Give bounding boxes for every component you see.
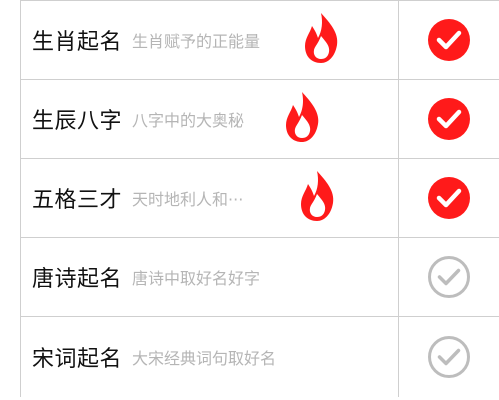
list-item-text-area: 唐诗起名 唐诗中取好名好字 [21, 238, 399, 316]
item-title: 宋词起名 [32, 347, 123, 372]
item-subtitle: 唐诗中取好名好字 [132, 269, 261, 288]
check-circle-filled-icon[interactable] [427, 18, 471, 62]
item-subtitle: 八字中的大奥秘 [132, 111, 245, 130]
check-circle-filled-icon[interactable] [427, 176, 471, 220]
item-subtitle: 生肖赋予的正能量 [132, 32, 261, 51]
list-item-text-area: 生肖起名 生肖赋予的正能量 [21, 1, 399, 79]
list-item-tang-poetry-naming[interactable]: 唐诗起名 唐诗中取好名好字 [21, 238, 499, 317]
flame-icon [305, 13, 338, 63]
item-title: 生肖起名 [32, 30, 123, 55]
check-circle-outline-icon[interactable] [427, 335, 471, 379]
flame-icon [301, 171, 334, 221]
select-cell[interactable] [399, 317, 499, 397]
select-cell[interactable] [399, 1, 499, 79]
flame-icon [286, 92, 319, 142]
select-cell[interactable] [399, 238, 499, 316]
check-circle-filled-icon[interactable] [427, 97, 471, 141]
list-item-text-area: 宋词起名 大宋经典词句取好名 [21, 317, 399, 397]
list-item-five-grids-three-talents[interactable]: 五格三才 天时地利人和··· [21, 159, 499, 238]
select-cell[interactable] [399, 159, 499, 237]
list-item-text-area: 五格三才 天时地利人和··· [21, 159, 399, 237]
item-title: 唐诗起名 [32, 267, 123, 292]
list-item-text-area: 生辰八字 八字中的大奥秘 [21, 80, 399, 158]
item-title: 生辰八字 [32, 109, 123, 134]
item-title: 五格三才 [32, 188, 123, 213]
item-subtitle: 天时地利人和··· [132, 190, 244, 209]
select-cell[interactable] [399, 80, 499, 158]
check-circle-outline-icon[interactable] [427, 255, 471, 299]
list-item-zodiac-naming[interactable]: 生肖起名 生肖赋予的正能量 [21, 1, 499, 80]
list-item-birth-eight-characters[interactable]: 生辰八字 八字中的大奥秘 [21, 80, 499, 159]
list-item-song-lyrics-naming[interactable]: 宋词起名 大宋经典词句取好名 [21, 317, 499, 397]
item-subtitle: 大宋经典词句取好名 [132, 349, 277, 368]
naming-method-list: 生肖起名 生肖赋予的正能量 生辰八字 八字中的大奥秘 五格三才 天时地利人和··… [20, 0, 499, 397]
